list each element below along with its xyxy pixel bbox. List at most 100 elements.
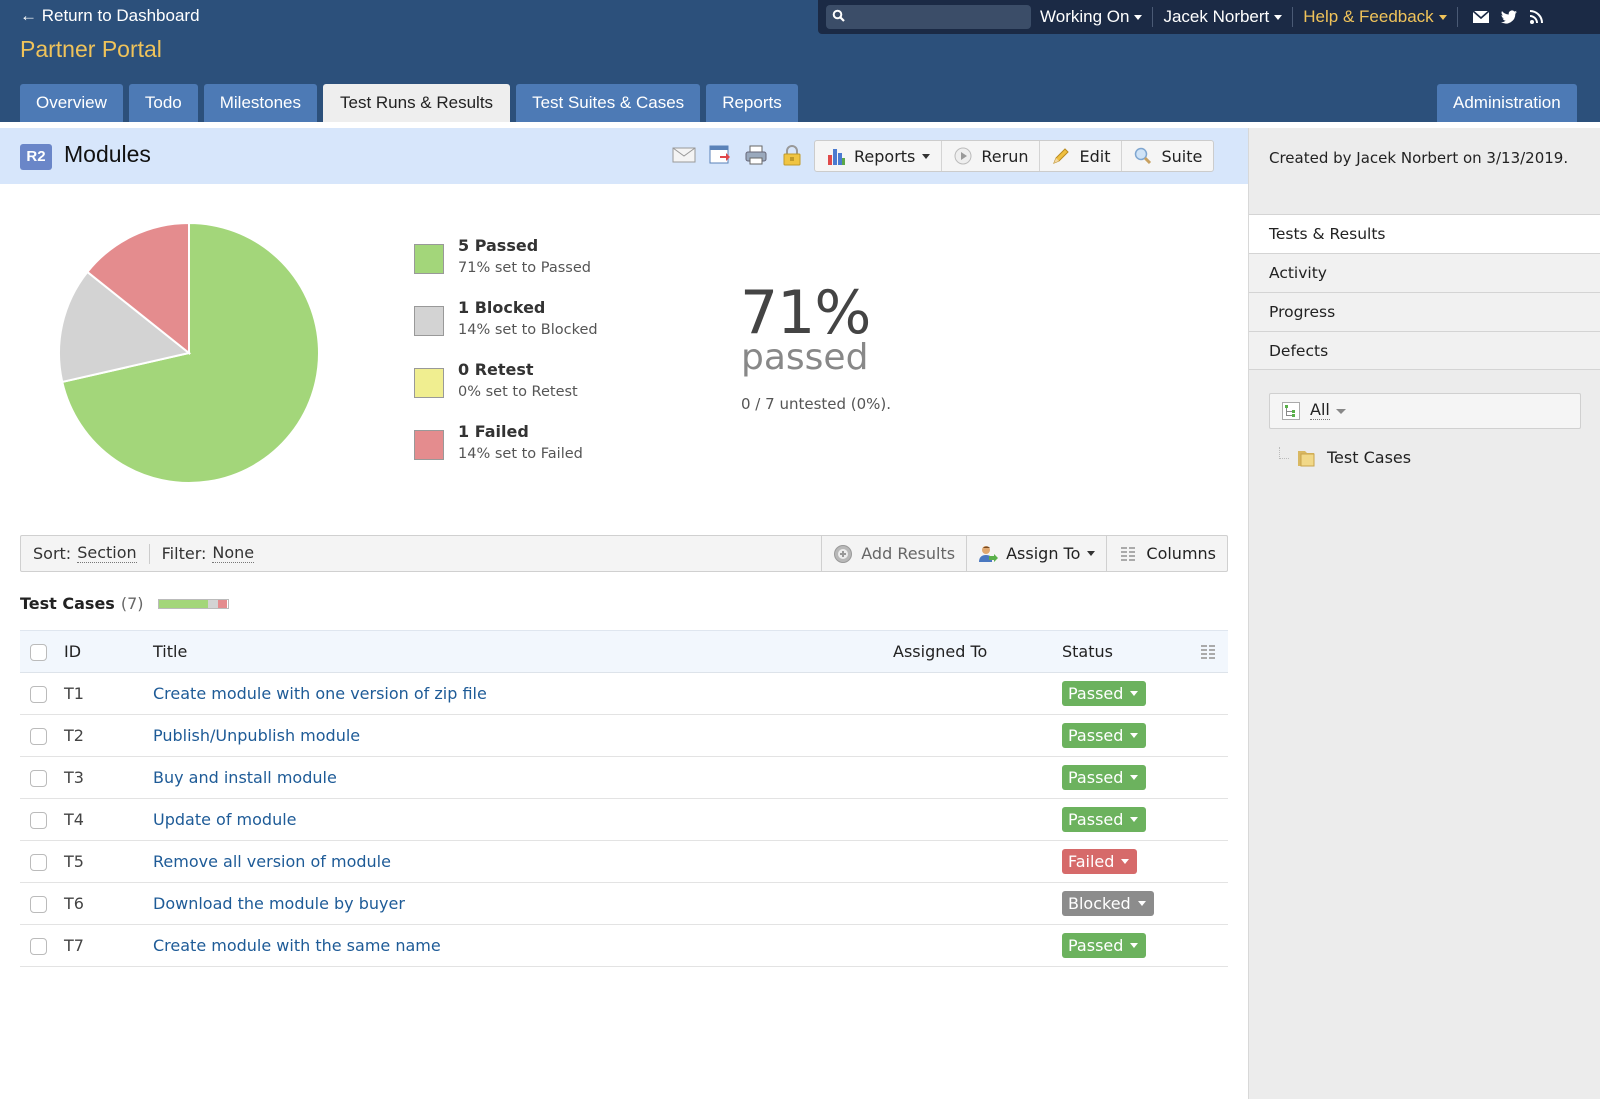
table-row: T4 Update of module Passed [20,799,1228,841]
search-input[interactable] [826,5,1031,29]
assign-to-button[interactable]: Assign To [966,536,1106,571]
row-checkbox[interactable] [30,770,47,787]
status-dropdown[interactable]: Passed [1062,765,1147,790]
help-feedback-menu[interactable]: Help & Feedback [1303,7,1447,27]
top-bar: Working On Jacek Norbert Help & Feedback [818,0,1600,34]
main-tabs: Overview Todo Milestones Test Runs & Res… [20,84,804,122]
twitter-icon[interactable] [1500,9,1518,25]
chevron-down-icon [1137,901,1146,906]
test-title-link[interactable]: Remove all version of module [153,852,391,871]
folder-icon [1298,451,1315,467]
status-dropdown[interactable]: Passed [1062,723,1147,748]
email-icon[interactable] [672,144,696,166]
sidebar-item-activity[interactable]: Activity [1249,253,1600,292]
rss-icon[interactable] [1528,9,1546,25]
tree-icon [1282,402,1300,420]
columns-icon[interactable] [1200,644,1216,660]
table-row: T1 Create module with one version of zip… [20,673,1228,715]
sidebar-item-tests-results[interactable]: Tests & Results [1249,214,1600,253]
row-checkbox[interactable] [30,896,47,913]
magnifier-icon [1135,147,1152,165]
project-title[interactable]: Partner Portal [20,36,162,63]
sidebar-item-progress[interactable]: Progress [1249,292,1600,331]
divider [148,543,150,564]
print-icon[interactable] [744,144,768,166]
mail-icon[interactable] [1472,9,1490,25]
lock-icon[interactable] [780,144,804,166]
test-id: T3 [64,768,84,787]
app-header: ← Return to Dashboard Partner Portal Wor… [0,0,1600,122]
test-id: T5 [64,852,84,871]
row-checkbox[interactable] [30,854,47,871]
test-title-link[interactable]: Download the module by buyer [153,894,405,913]
row-checkbox[interactable] [30,812,47,829]
column-header-id[interactable]: ID [64,642,81,661]
tab-test-runs-results[interactable]: Test Runs & Results [323,84,511,122]
status-dropdown[interactable]: Blocked [1062,891,1154,916]
table-header: ID Title Assigned To Status [20,630,1228,673]
chevron-down-icon [1130,775,1139,780]
return-to-dashboard-link[interactable]: ← Return to Dashboard [20,6,200,26]
chevron-down-icon [1130,817,1139,822]
user-menu[interactable]: Jacek Norbert [1163,7,1283,27]
status-dropdown[interactable]: Passed [1062,681,1147,706]
rerun-button[interactable]: Rerun [942,141,1041,171]
working-on-menu[interactable]: Working On [1040,7,1143,27]
columns-icon [1121,546,1136,561]
tree-filter-dropdown[interactable]: All [1269,393,1581,429]
chevron-down-icon [1130,691,1139,696]
suite-button[interactable]: Suite [1122,141,1213,171]
status-dropdown[interactable]: Passed [1062,807,1147,832]
add-circle-icon [834,544,853,563]
tree-filter-value: All [1310,400,1330,420]
test-title-link[interactable]: Publish/Unpublish module [153,726,360,745]
columns-button[interactable]: Columns [1106,536,1227,571]
test-title-link[interactable]: Create module with one version of zip fi… [153,684,487,703]
filter-link[interactable]: None [212,544,255,563]
progress-segment-failed [217,599,228,608]
section-progress-bar [157,598,229,609]
tab-overview[interactable]: Overview [20,84,123,122]
sidebar: Created by Jacek Norbert on 3/13/2019. T… [1248,128,1600,1099]
chevron-down-icon [1087,551,1096,556]
column-header-status[interactable]: Status [1062,642,1113,661]
section-header: Test Cases (7) [20,594,229,613]
tab-test-suites-cases[interactable]: Test Suites & Cases [516,84,701,122]
table-row: T6 Download the module by buyer Blocked [20,883,1228,925]
row-checkbox[interactable] [30,938,47,955]
tab-reports[interactable]: Reports [706,84,798,122]
divider [1152,7,1154,27]
status-dropdown[interactable]: Failed [1062,849,1138,874]
status-dropdown[interactable]: Passed [1062,933,1147,958]
test-title-link[interactable]: Update of module [153,810,297,829]
test-title-link[interactable]: Create module with the same name [153,936,441,955]
tree-node-test-cases[interactable]: Test Cases [1279,446,1411,468]
sidebar-item-defects[interactable]: Defects [1249,331,1600,370]
results-pie-chart [58,221,320,484]
section-name: Test Cases [20,594,115,613]
title-icon-actions [672,144,804,166]
edit-button[interactable]: Edit [1040,141,1123,171]
tab-todo[interactable]: Todo [128,84,198,122]
add-results-button[interactable]: Add Results [821,536,966,571]
select-all-checkbox[interactable] [30,644,47,661]
export-icon[interactable] [708,144,732,166]
tab-administration[interactable]: Administration [1437,84,1577,122]
column-header-title[interactable]: Title [153,642,187,661]
test-id: T2 [64,726,84,745]
table-row: T7 Create module with the same name Pass… [20,925,1228,967]
reports-button[interactable]: Reports [815,141,943,171]
column-header-assigned-to[interactable]: Assigned To [893,642,987,661]
progress-segment-blocked [207,599,218,608]
list-toolbar: Sort: Section Filter: None Add Results A… [20,535,1228,572]
sort-link[interactable]: Section [77,544,137,563]
table-row: T5 Remove all version of module Failed [20,841,1228,883]
user-assign-icon [979,545,999,562]
row-checkbox[interactable] [30,728,47,745]
run-actions: Reports Rerun Edit Suite [814,140,1215,172]
created-by-text: Created by Jacek Norbert on 3/13/2019. [1269,149,1569,167]
divider [1456,7,1458,27]
test-title-link[interactable]: Buy and install module [153,768,337,787]
tab-milestones[interactable]: Milestones [203,84,317,122]
row-checkbox[interactable] [30,686,47,703]
